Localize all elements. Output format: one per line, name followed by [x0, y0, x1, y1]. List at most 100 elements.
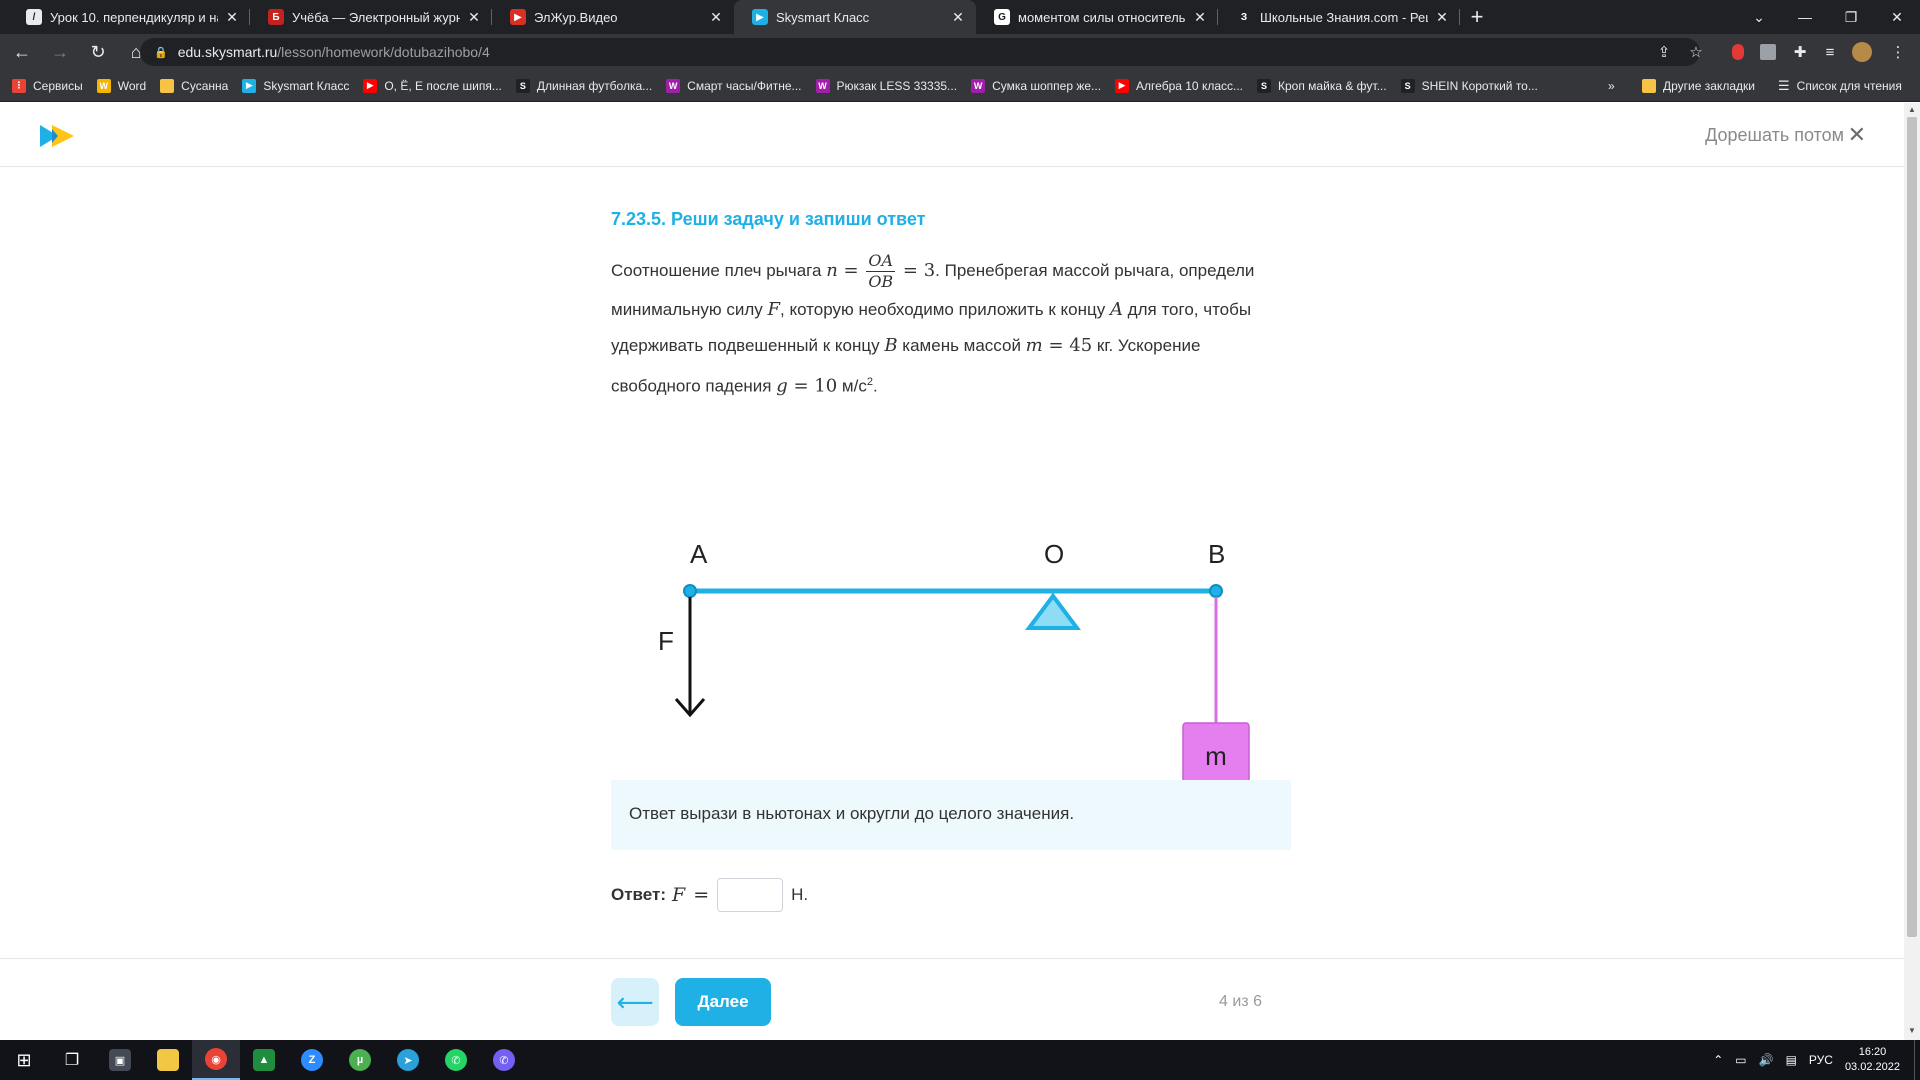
- system-tray: ⌃ ▭ 🔊 ▤ РУС 16:20 03.02.2022: [1713, 1040, 1920, 1080]
- bookmark-item[interactable]: ▶ О, Ё, Е после шипя...: [363, 78, 502, 93]
- bookmark-item[interactable]: S Кроп майка & фут...: [1257, 78, 1387, 93]
- tab-close-icon[interactable]: ✕: [708, 9, 724, 26]
- address-bar[interactable]: 🔒 edu.skysmart.ru/lesson/homework/dotuba…: [140, 38, 1700, 66]
- taskbar-chrome[interactable]: ◉: [192, 1040, 240, 1080]
- scrollbar-thumb[interactable]: [1907, 117, 1917, 937]
- close-icon[interactable]: ✕: [1848, 122, 1866, 148]
- taskbar-telegram[interactable]: ➤: [384, 1040, 432, 1080]
- tab-close-icon[interactable]: ✕: [950, 9, 966, 26]
- bookmark-item[interactable]: S Длинная футболка...: [515, 78, 652, 93]
- tab-favicon-icon: G: [994, 9, 1010, 25]
- math-eq-3: =: [1042, 335, 1070, 356]
- language-indicator[interactable]: РУС: [1809, 1053, 1833, 1067]
- bookmark-item[interactable]: W Сумка шоппер же...: [971, 78, 1101, 93]
- start-button[interactable]: ⊞: [0, 1040, 48, 1080]
- clock-date: 03.02.2022: [1844, 1061, 1900, 1073]
- bookmark-icon: ▶: [363, 78, 378, 93]
- bookmark-item[interactable]: ⋮ Сервисы: [12, 78, 83, 93]
- extension-red-icon[interactable]: [1724, 38, 1752, 66]
- solve-later-link[interactable]: Дорешать потом: [1705, 125, 1844, 146]
- network-icon[interactable]: ▭: [1735, 1053, 1746, 1067]
- minimize-button[interactable]: —: [1782, 0, 1828, 34]
- bookmark-item[interactable]: W Рюкзак LESS 33335...: [815, 78, 958, 93]
- tab-title: Учёба — Электронный журнал: [292, 9, 460, 25]
- skysmart-logo[interactable]: [40, 123, 76, 149]
- bookmark-label: Word: [117, 78, 147, 93]
- taskbar-drive[interactable]: ▲: [240, 1040, 288, 1080]
- restore-button[interactable]: ❐: [1828, 0, 1874, 34]
- math-n-value: 3: [923, 259, 936, 281]
- browser-tab[interactable]: / Урок 10. перпендикуляр и накл ✕: [8, 0, 250, 34]
- tab-close-icon[interactable]: ✕: [224, 9, 240, 26]
- bookmarks-more-icon[interactable]: »: [1608, 79, 1615, 93]
- bookmark-label: Алгебра 10 класс...: [1136, 78, 1244, 93]
- reload-icon[interactable]: ↻: [82, 36, 114, 68]
- math-A: A: [1109, 299, 1123, 320]
- scroll-down-arrow[interactable]: ▼: [1904, 1026, 1920, 1038]
- bookmark-icon: ▶: [1115, 78, 1130, 93]
- browser-tab[interactable]: Gмоментом силы относительно ✕: [976, 0, 1218, 34]
- tab-separator: [1459, 9, 1460, 25]
- taskbar-explorer[interactable]: [144, 1040, 192, 1080]
- taskbar-viber[interactable]: ✆: [480, 1040, 528, 1080]
- taskbar-whatsapp[interactable]: ✆: [432, 1040, 480, 1080]
- share-icon[interactable]: ⇪: [1650, 38, 1678, 66]
- fraction-denominator: OB: [868, 272, 894, 291]
- bookmark-label: Сусанна: [181, 78, 229, 93]
- extension-grey-icon[interactable]: [1754, 38, 1782, 66]
- browser-tab[interactable]: ▶ ЭлЖур.Видео ✕: [492, 0, 734, 34]
- forward-arrow-icon[interactable]: →: [44, 36, 76, 68]
- answer-input[interactable]: [717, 878, 784, 912]
- back-button[interactable]: ⟵: [611, 978, 659, 1026]
- bookmark-star-icon[interactable]: ☆: [1682, 38, 1710, 66]
- profile-avatar[interactable]: [1848, 38, 1876, 66]
- answer-hint-box: Ответ вырази в ньютонах и округли до цел…: [611, 780, 1291, 850]
- volume-icon[interactable]: 🔊: [1759, 1053, 1774, 1067]
- answer-unit: Н.: [791, 885, 809, 904]
- browser-tab[interactable]: З Школьные Знания.com - Решае ✕: [1218, 0, 1460, 34]
- bookmark-item[interactable]: W Смарт часы/Фитне...: [666, 78, 802, 93]
- tab-close-icon[interactable]: ✕: [1434, 9, 1450, 26]
- math-eq-1: =: [837, 259, 865, 281]
- utorrent-icon: µ: [349, 1049, 371, 1071]
- bookmark-item[interactable]: ▶ Алгебра 10 класс...: [1115, 78, 1244, 93]
- tray-chevron-icon[interactable]: ⌃: [1713, 1053, 1723, 1067]
- bookmark-item[interactable]: ▶ Skysmart Класс: [242, 78, 349, 93]
- bookmark-label: Смарт часы/Фитне...: [687, 78, 802, 93]
- page-scrollbar[interactable]: ▲ ▼: [1904, 103, 1920, 1040]
- bookmark-label: Сервисы: [33, 78, 83, 93]
- reading-list-icon[interactable]: ≡: [1816, 38, 1844, 66]
- bookmark-item[interactable]: Сусанна: [160, 78, 229, 93]
- browser-tab[interactable]: ▶ Skysmart Класс ✕: [734, 0, 976, 34]
- new-tab-button[interactable]: +: [1460, 0, 1494, 34]
- bookmark-icon: ⋮: [12, 78, 26, 93]
- extensions-puzzle-icon[interactable]: ✚: [1786, 38, 1814, 66]
- bookmark-item[interactable]: S SHEIN Короткий то...: [1400, 78, 1538, 93]
- bookmarks-bar: ⋮ Сервисы W Word Сусанна ▶ Skysmart Класс ▶ О, Ё…: [0, 70, 1920, 102]
- next-button[interactable]: Далее: [675, 978, 771, 1026]
- taskbar-utorrent[interactable]: µ: [336, 1040, 384, 1080]
- close-window-button[interactable]: ✕: [1874, 0, 1920, 34]
- show-desktop-button[interactable]: [1914, 1040, 1920, 1080]
- tab-close-icon[interactable]: ✕: [1192, 9, 1208, 26]
- tab-search-icon[interactable]: ⌄: [1736, 0, 1782, 34]
- site-header: Дорешать потом ✕: [0, 103, 1904, 167]
- browser-tabbar: / Урок 10. перпендикуляр и накл ✕ Б Учёба — …: [0, 0, 1920, 34]
- tab-favicon-icon: Б: [268, 9, 284, 25]
- scroll-up-arrow[interactable]: ▲: [1904, 105, 1920, 117]
- bookmarks-other-folder[interactable]: Другие закладки: [1642, 78, 1755, 93]
- browser-tab[interactable]: Б Учёба — Электронный журнал ✕: [250, 0, 492, 34]
- answer-equals: =: [693, 884, 710, 906]
- browser-menu-icon[interactable]: ⋮: [1884, 38, 1912, 66]
- clock[interactable]: 16:20 03.02.2022: [1845, 1045, 1900, 1075]
- taskbar-zoom[interactable]: Z: [288, 1040, 336, 1080]
- bookmark-label: Рюкзак LESS 33335...: [836, 78, 958, 93]
- back-arrow-icon[interactable]: ←: [6, 36, 38, 68]
- task-view-button[interactable]: ❐: [48, 1040, 96, 1080]
- taskbar-store[interactable]: ▣: [96, 1040, 144, 1080]
- bookmark-item[interactable]: W Word: [96, 78, 147, 93]
- tab-close-icon[interactable]: ✕: [466, 9, 482, 26]
- bookmark-icon: S: [1400, 78, 1415, 93]
- reading-list-button[interactable]: ☰ Список для чтения: [1778, 78, 1902, 94]
- notes-icon[interactable]: ▤: [1786, 1053, 1797, 1067]
